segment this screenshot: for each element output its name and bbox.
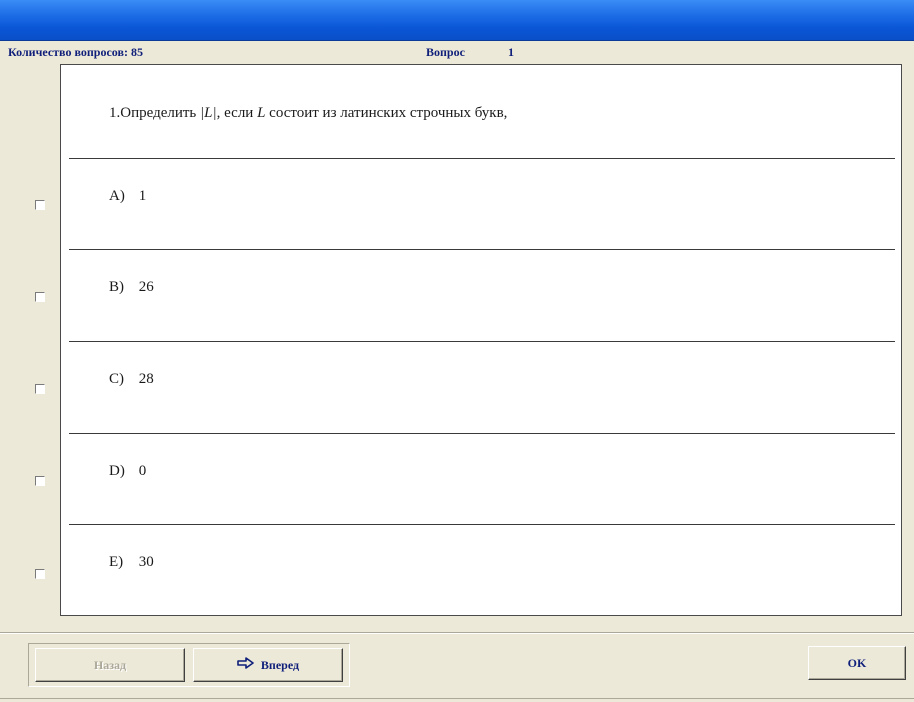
answer-checkbox-d[interactable] [35, 476, 45, 486]
question-middle: , если [216, 105, 254, 121]
question-panel: 1.Определить |L|, если L состоит из лати… [60, 64, 902, 616]
question-number: 1 [508, 45, 514, 59]
answer-option-b[interactable]: B) 26 [109, 279, 154, 296]
answer-value: 1 [138, 188, 147, 204]
answer-checkbox-e[interactable] [35, 569, 45, 579]
answer-value: 28 [138, 371, 154, 387]
back-button[interactable]: Назад [35, 648, 185, 682]
answer-letter: A) [109, 188, 125, 204]
answer-letter: E) [109, 554, 124, 570]
answer-option-d[interactable]: D) 0 [109, 463, 146, 480]
window-bottom-edge [0, 698, 914, 702]
answer-letter: D) [109, 463, 125, 479]
question-variable: L [257, 105, 266, 121]
answer-checkbox-c[interactable] [35, 384, 45, 394]
answer-value: 26 [138, 279, 154, 295]
answer-letter: C) [109, 371, 124, 387]
answer-option-c[interactable]: C) 28 [109, 371, 154, 388]
info-bar: Количество вопросов: 85 Вопрос 1 [0, 40, 914, 64]
forward-button[interactable]: Вперед [193, 648, 343, 682]
divider [69, 433, 895, 434]
navigation-group: Назад Вперед [28, 643, 350, 687]
answer-checkbox-a[interactable] [35, 200, 45, 210]
question-label: Вопрос [426, 45, 465, 59]
question-abs-expression: |L| [200, 105, 217, 121]
divider [69, 524, 895, 525]
divider [69, 158, 895, 159]
forward-button-label: Вперед [260, 657, 300, 672]
divider [69, 341, 895, 342]
title-bar[interactable] [0, 0, 914, 41]
test-window: Количество вопросов: 85 Вопрос 1 1.Опред… [0, 0, 914, 702]
back-button-label: Назад [93, 657, 127, 672]
footer-separator-highlight [0, 633, 914, 634]
question-text: 1.Определить |L|, если L состоит из лати… [109, 105, 507, 122]
answer-letter: B) [109, 279, 124, 295]
ok-button-label: OK [847, 655, 867, 670]
answer-value: 30 [138, 554, 154, 570]
answer-checkbox-b[interactable] [35, 292, 45, 302]
question-suffix: состоит из латинских строчных букв, [269, 105, 508, 121]
question-prefix: 1.Определить [109, 105, 197, 121]
divider [69, 249, 895, 250]
answer-option-a[interactable]: A) 1 [109, 188, 146, 205]
answer-value: 0 [138, 463, 147, 479]
arrow-right-icon [237, 657, 255, 673]
answer-option-e[interactable]: E) 30 [109, 554, 154, 571]
question-count-label: Количество вопросов: 85 [8, 45, 143, 59]
ok-button[interactable]: OK [808, 646, 906, 680]
answer-checkboxes [8, 64, 60, 616]
